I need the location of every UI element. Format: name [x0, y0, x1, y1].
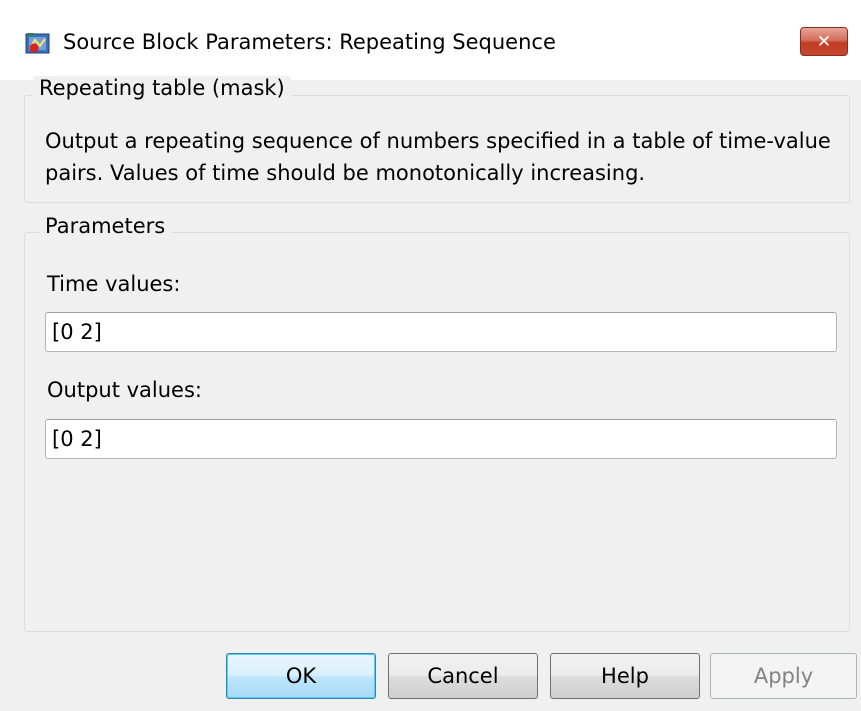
output-values-label: Output values:: [47, 378, 202, 402]
help-button[interactable]: Help: [550, 653, 700, 699]
close-button[interactable]: ✕: [800, 27, 848, 56]
close-icon[interactable]: ✕: [801, 29, 847, 55]
mask-group-title: Repeating table (mask): [33, 76, 291, 100]
cancel-button[interactable]: Cancel: [388, 653, 538, 699]
time-values-label: Time values:: [47, 272, 181, 296]
window-title: Source Block Parameters: Repeating Seque…: [63, 30, 556, 54]
ok-button[interactable]: OK: [226, 653, 376, 699]
apply-button[interactable]: Apply: [710, 653, 857, 699]
output-values-input[interactable]: [0 2]: [45, 419, 837, 459]
title-bar[interactable]: Source Block Parameters: Repeating Seque…: [0, 0, 861, 80]
simulink-block-icon: [25, 33, 50, 54]
time-values-input[interactable]: [0 2]: [45, 312, 837, 352]
dialog-window: Source Block Parameters: Repeating Seque…: [0, 0, 861, 711]
mask-description: Output a repeating sequence of numbers s…: [45, 129, 831, 185]
parameters-group-title: Parameters: [39, 214, 172, 238]
